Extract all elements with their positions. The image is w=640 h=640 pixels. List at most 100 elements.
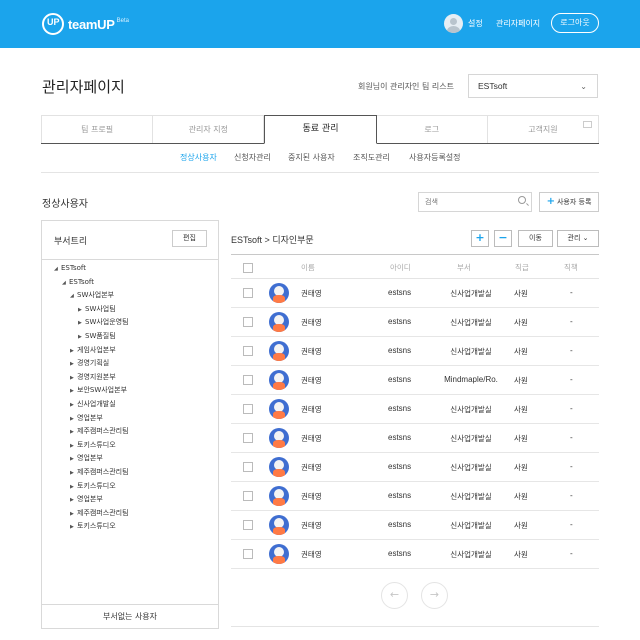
tab-log[interactable]: 로그 — [376, 115, 488, 143]
dept-edit-button[interactable]: 편집 — [172, 230, 207, 247]
cell-name: 권태영 — [301, 405, 322, 414]
caret-right-icon[interactable]: ▶ — [70, 413, 77, 425]
dept-tree-item[interactable]: ▶ 토키스튜디오 — [70, 520, 116, 532]
row-checkbox[interactable] — [243, 375, 253, 385]
tab-support[interactable]: 고객지원 — [487, 115, 600, 143]
col-dept: 부서 — [457, 263, 471, 272]
dept-tree-item[interactable]: ▶ 제주캠퍼스관리팀 — [70, 466, 129, 478]
caret-right-icon[interactable]: ▶ — [78, 317, 85, 329]
table-row[interactable]: 권태영 estsns 신사업개발실 사원 - — [231, 453, 599, 482]
subnav-applicants[interactable]: 신청자관리 — [234, 152, 271, 163]
caret-right-icon[interactable]: ▶ — [70, 508, 77, 520]
row-checkbox[interactable] — [243, 491, 253, 501]
subnav-org-chart[interactable]: 조직도관리 — [353, 152, 390, 163]
caret-right-icon[interactable]: ▶ — [70, 358, 77, 370]
table-row[interactable]: 권태영 estsns 신사업개발실 사원 - — [231, 511, 599, 540]
caret-right-icon[interactable]: ▶ — [70, 494, 77, 506]
external-window-icon — [583, 121, 593, 128]
caret-right-icon[interactable]: ▶ — [78, 304, 85, 316]
breadcrumb-root[interactable]: ESTsoft — [231, 235, 262, 245]
teamup-logo[interactable]: UP teamUP Beta — [42, 12, 129, 36]
subnav-registration-settings[interactable]: 사용자등록설정 — [409, 152, 461, 163]
dept-tree-item[interactable]: ▶ 경영지원본부 — [70, 371, 116, 383]
dept-tree-item[interactable]: ▶ 경영기획실 — [70, 357, 109, 369]
caret-right-icon[interactable]: ▶ — [70, 440, 77, 452]
table-row[interactable]: 권태영 estsns Mindmaple/Ro. 사원 - — [231, 366, 599, 395]
row-checkbox[interactable] — [243, 520, 253, 530]
dept-tree-item[interactable]: ◢ SW사업본부 — [70, 289, 114, 301]
dept-tree-item[interactable]: ▶ 보안SW사업본부 — [70, 384, 127, 396]
caret-right-icon[interactable]: ▶ — [70, 385, 77, 397]
logout-button[interactable]: 로그아웃 — [551, 13, 599, 33]
row-checkbox[interactable] — [243, 288, 253, 298]
caret-right-icon[interactable]: ▶ — [70, 345, 77, 357]
admin-tabs: 팀 프로필 관리자 지정 동료 관리 로그 고객지원 — [41, 115, 600, 144]
caret-right-icon[interactable]: ▶ — [70, 521, 77, 533]
dept-tree-item[interactable]: ▶ 영업본부 — [70, 452, 103, 464]
table-row[interactable]: 권태영 estsns 신사업개발실 사원 - — [231, 395, 599, 424]
logo-text: teamUP — [68, 16, 115, 32]
tab-member-manage[interactable]: 동료 관리 — [264, 115, 377, 144]
search-input[interactable] — [419, 193, 509, 211]
tab-admin-assign[interactable]: 관리자 지정 — [153, 115, 265, 143]
table-row[interactable]: 권태영 estsns 신사업개발실 사원 - — [231, 424, 599, 453]
remove-dept-button[interactable]: − — [494, 230, 512, 247]
dept-tree-item[interactable]: ▶ 신사업개발실 — [70, 398, 116, 410]
caret-down-icon[interactable]: ◢ — [62, 277, 69, 289]
no-dept-users-link[interactable]: 부서없는 사용자 — [42, 611, 218, 622]
dept-tree-item[interactable]: ▶ 토키스튜디오 — [70, 480, 116, 492]
move-button[interactable]: 이동 — [518, 230, 553, 247]
caret-right-icon[interactable]: ▶ — [70, 372, 77, 384]
table-row[interactable]: 권태영 estsns 신사업개발실 사원 - — [231, 308, 599, 337]
dept-tree-item[interactable]: ▶ 영업본부 — [70, 412, 103, 424]
caret-right-icon[interactable]: ▶ — [70, 426, 77, 438]
next-page-button[interactable]: → — [421, 582, 448, 609]
row-checkbox[interactable] — [243, 433, 253, 443]
table-row[interactable]: 권태영 estsns 신사업개발실 사원 - — [231, 482, 599, 511]
manage-dropdown[interactable]: 관리 ⌄ — [557, 230, 599, 247]
row-checkbox[interactable] — [243, 462, 253, 472]
caret-down-icon[interactable]: ◢ — [70, 290, 77, 302]
subnav-suspended-users[interactable]: 중지된 사용자 — [288, 152, 335, 163]
dept-tree-item[interactable]: ▶ 토키스튜디오 — [70, 439, 116, 451]
dept-tree-item[interactable]: ▶ 제주캠퍼스관리팀 — [70, 507, 129, 519]
dept-tree-item[interactable]: ▶ SW품질팀 — [78, 330, 116, 342]
table-row[interactable]: 권태영 estsns 신사업개발실 사원 - — [231, 540, 599, 569]
dept-tree-item[interactable]: ▶ SW사업운영팀 — [78, 316, 129, 328]
admin-page-link[interactable]: 관리자페이지 — [496, 18, 540, 29]
table-row[interactable]: 권태영 estsns 신사업개발실 사원 - — [231, 337, 599, 366]
user-avatar[interactable] — [444, 14, 463, 33]
team-select[interactable]: ESTsoft ⌄ — [468, 74, 598, 98]
select-all-checkbox[interactable] — [243, 263, 253, 273]
cell-dept: 신사업개발실 — [450, 318, 492, 327]
caret-right-icon[interactable]: ▶ — [78, 331, 85, 343]
dept-tree-item[interactable]: ▶ 제주캠퍼스관리팀 — [70, 425, 129, 437]
row-checkbox[interactable] — [243, 404, 253, 414]
dept-tree-label: 영업본부 — [77, 454, 103, 463]
dept-tree-label: SW사업운영팀 — [85, 318, 129, 327]
table-row[interactable]: 권태영 estsns 신사업개발실 사원 - — [231, 279, 599, 308]
add-user-button[interactable]: + 사용자 등록 — [539, 192, 599, 212]
dept-tree-label: 토키스튜디오 — [77, 481, 116, 490]
caret-right-icon[interactable]: ▶ — [70, 453, 77, 465]
add-dept-button[interactable]: + — [471, 230, 489, 247]
row-checkbox[interactable] — [243, 549, 253, 559]
caret-right-icon[interactable]: ▶ — [70, 481, 77, 493]
caret-down-icon[interactable]: ◢ — [54, 263, 61, 275]
cell-id: estsns — [388, 433, 412, 442]
dept-tree-item[interactable]: ▶ SW사업팀 — [78, 303, 116, 315]
prev-page-button[interactable]: ← — [381, 582, 408, 609]
subnav-active-users[interactable]: 정상사용자 — [180, 152, 217, 163]
caret-right-icon[interactable]: ▶ — [70, 467, 77, 479]
dept-tree-item[interactable]: ◢ ESTsoft — [54, 262, 86, 274]
row-checkbox[interactable] — [243, 346, 253, 356]
settings-link[interactable]: 설정 — [468, 18, 483, 29]
dept-tree-label: 토키스튜디오 — [77, 522, 116, 531]
search-icon[interactable] — [518, 196, 526, 204]
dept-tree-item[interactable]: ▶ 게임사업본부 — [70, 344, 116, 356]
row-checkbox[interactable] — [243, 317, 253, 327]
caret-right-icon[interactable]: ▶ — [70, 399, 77, 411]
tab-team-profile[interactable]: 팀 프로필 — [41, 115, 154, 143]
dept-tree-item[interactable]: ◢ ESTsoft — [62, 276, 94, 288]
dept-tree-item[interactable]: ▶ 영업본부 — [70, 493, 103, 505]
